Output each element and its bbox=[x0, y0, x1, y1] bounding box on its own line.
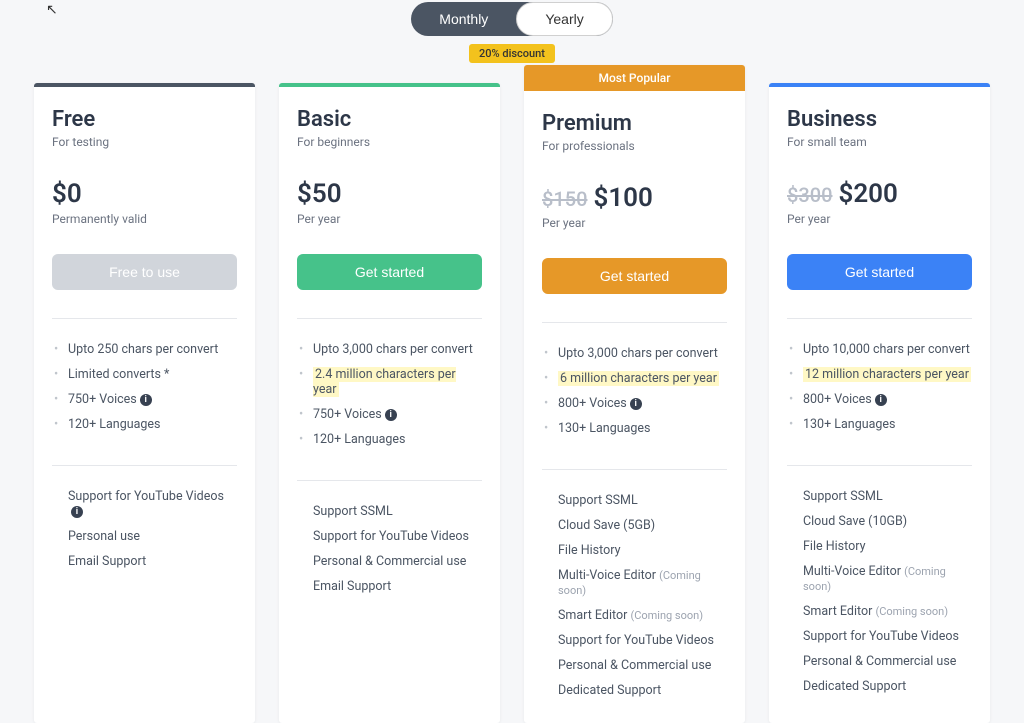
price: $0 bbox=[52, 179, 82, 209]
feature-item: Personal & Commercial use bbox=[297, 549, 482, 574]
feature-item: 6 million characters per year bbox=[542, 366, 727, 391]
feature-item: Upto 3,000 chars per convert bbox=[297, 337, 482, 362]
toggle-yearly[interactable]: Yearly bbox=[516, 2, 612, 36]
price: $200 bbox=[838, 179, 897, 209]
toggle-monthly[interactable]: Monthly bbox=[411, 2, 516, 36]
plan-subtitle: For small team bbox=[787, 135, 972, 149]
discount-badge: 20% discount bbox=[469, 44, 555, 63]
plan-card-business: Business For small team $300$200 Per year Ge… bbox=[769, 83, 990, 723]
divider bbox=[787, 318, 972, 319]
price-period: Per year bbox=[297, 212, 482, 226]
price-period: Permanently valid bbox=[52, 212, 237, 226]
plan-subtitle: For beginners bbox=[297, 135, 482, 149]
feature-item: Smart Editor (Coming soon) bbox=[787, 599, 972, 624]
feature-item: Upto 10,000 chars per convert bbox=[787, 337, 972, 362]
feature-item: 12 million characters per year bbox=[787, 362, 972, 387]
plan-name: Business bbox=[787, 107, 972, 132]
info-icon[interactable]: i bbox=[140, 394, 152, 406]
coming-soon-label: (Coming soon) bbox=[875, 605, 948, 618]
feature-item: Upto 3,000 chars per convert bbox=[542, 341, 727, 366]
coming-soon-label: (Coming soon) bbox=[558, 569, 701, 597]
feature-item: Support SSML bbox=[297, 499, 482, 524]
feature-item: Limited converts * bbox=[52, 362, 237, 387]
feature-item: Dedicated Support bbox=[542, 678, 727, 703]
feature-item: Personal & Commercial use bbox=[542, 653, 727, 678]
feature-item: 800+ Voicesi bbox=[542, 391, 727, 416]
feature-item: Smart Editor (Coming soon) bbox=[542, 603, 727, 628]
feature-item: Personal & Commercial use bbox=[787, 649, 972, 674]
feature-item: 800+ Voicesi bbox=[787, 387, 972, 412]
divider bbox=[297, 480, 482, 481]
feature-item: Cloud Save (10GB) bbox=[787, 509, 972, 534]
popular-ribbon: Most Popular bbox=[524, 65, 745, 91]
plan-card-free: Free For testing $0 Permanently valid Free t… bbox=[34, 83, 255, 723]
info-icon[interactable]: i bbox=[630, 398, 642, 410]
price: $100 bbox=[593, 183, 652, 213]
feature-item: 750+ Voicesi bbox=[52, 387, 237, 412]
plan-card-premium: Most Popular Premium For professionals $150… bbox=[524, 65, 745, 723]
feature-item: Support SSML bbox=[542, 488, 727, 513]
feature-item: Multi-Voice Editor (Coming soon) bbox=[787, 559, 972, 599]
feature-item: Personal use bbox=[52, 524, 237, 549]
plan-name: Free bbox=[52, 107, 237, 132]
feature-item: 120+ Languages bbox=[297, 427, 482, 452]
coming-soon-label: (Coming soon) bbox=[630, 609, 703, 622]
feature-item: 130+ Languages bbox=[787, 412, 972, 437]
cta-button[interactable]: Get started bbox=[787, 254, 972, 290]
plan-card-basic: Basic For beginners $50 Per year Get started… bbox=[279, 83, 500, 723]
price-period: Per year bbox=[787, 212, 972, 226]
price: $50 bbox=[297, 179, 342, 209]
divider bbox=[52, 465, 237, 466]
plan-subtitle: For professionals bbox=[542, 139, 727, 153]
feature-item: 120+ Languages bbox=[52, 412, 237, 437]
coming-soon-label: (Coming soon) bbox=[803, 565, 946, 593]
feature-item: File History bbox=[787, 534, 972, 559]
plan-name: Premium bbox=[542, 111, 727, 136]
feature-item: Support for YouTube Videos bbox=[787, 624, 972, 649]
feature-item: Support for YouTube Videos i bbox=[52, 484, 237, 524]
feature-item: 130+ Languages bbox=[542, 416, 727, 441]
info-icon[interactable]: i bbox=[875, 394, 887, 406]
cta-button[interactable]: Free to use bbox=[52, 254, 237, 290]
divider bbox=[297, 318, 482, 319]
feature-item: Support for YouTube Videos bbox=[542, 628, 727, 653]
info-icon[interactable]: i bbox=[385, 409, 397, 421]
old-price: $300 bbox=[787, 183, 832, 207]
old-price: $150 bbox=[542, 187, 587, 211]
cta-button[interactable]: Get started bbox=[542, 258, 727, 294]
plan-subtitle: For testing bbox=[52, 135, 237, 149]
feature-item: File History bbox=[542, 538, 727, 563]
feature-item: Support SSML bbox=[787, 484, 972, 509]
feature-item: Email Support bbox=[297, 574, 482, 599]
feature-item: 750+ Voicesi bbox=[297, 402, 482, 427]
divider bbox=[787, 465, 972, 466]
feature-item: 2.4 million characters per year bbox=[297, 362, 482, 402]
price-period: Per year bbox=[542, 216, 727, 230]
divider bbox=[542, 469, 727, 470]
feature-item: Email Support bbox=[52, 549, 237, 574]
billing-toggle: Monthly Yearly bbox=[411, 2, 612, 36]
feature-item: Dedicated Support bbox=[787, 674, 972, 699]
info-icon[interactable]: i bbox=[71, 506, 83, 518]
plan-name: Basic bbox=[297, 107, 482, 132]
feature-item: Cloud Save (5GB) bbox=[542, 513, 727, 538]
feature-item: Upto 250 chars per convert bbox=[52, 337, 237, 362]
feature-item: Support for YouTube Videos bbox=[297, 524, 482, 549]
divider bbox=[52, 318, 237, 319]
feature-item: Multi-Voice Editor (Coming soon) bbox=[542, 563, 727, 603]
divider bbox=[542, 322, 727, 323]
cta-button[interactable]: Get started bbox=[297, 254, 482, 290]
